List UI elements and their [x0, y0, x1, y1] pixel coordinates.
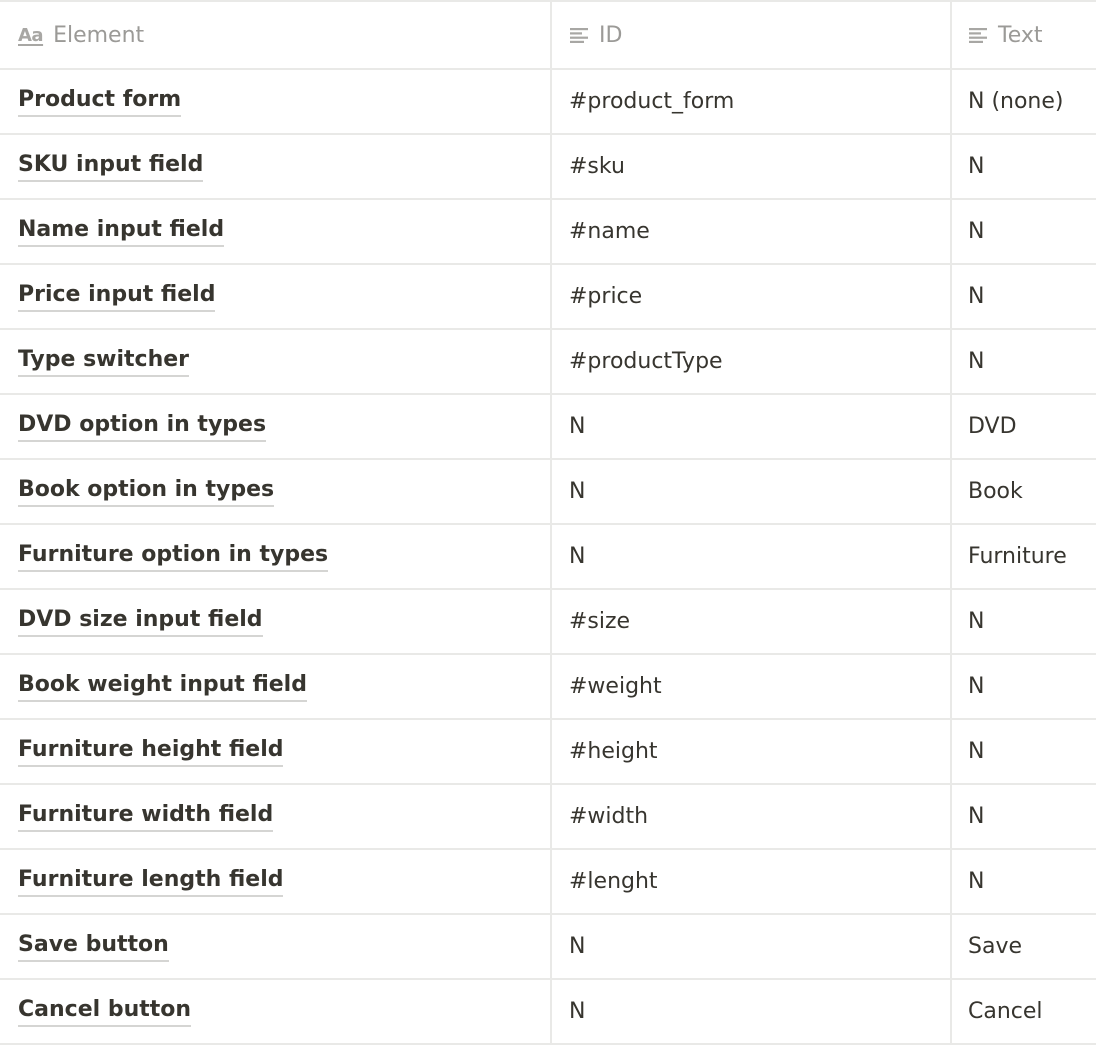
table-row[interactable]: Furniture width field #width N	[0, 785, 1096, 850]
element-cell[interactable]: Furniture height field	[0, 720, 552, 783]
id-cell[interactable]: #width	[552, 785, 952, 848]
row-title[interactable]: DVD size input field	[18, 606, 263, 637]
table-row[interactable]: SKU input field #sku N	[0, 135, 1096, 200]
text-cell[interactable]: N (none)	[952, 70, 1096, 133]
text-cell[interactable]: Book	[952, 460, 1096, 523]
element-cell[interactable]: Book option in types	[0, 460, 552, 523]
element-cell[interactable]: DVD option in types	[0, 395, 552, 458]
table-header: Aa Element ID Text	[0, 0, 1096, 70]
database-table: Aa Element ID Text Product form #product…	[0, 0, 1096, 1045]
row-title[interactable]: Product form	[18, 86, 182, 117]
element-cell[interactable]: SKU input field	[0, 135, 552, 198]
id-cell[interactable]: #price	[552, 265, 952, 328]
text-cell[interactable]: N	[952, 590, 1096, 653]
element-cell[interactable]: Book weight input field	[0, 655, 552, 718]
column-header-text[interactable]: Text	[952, 2, 1096, 68]
row-title[interactable]: DVD option in types	[18, 411, 267, 442]
element-cell[interactable]: Cancel button	[0, 980, 552, 1043]
row-title[interactable]: Book option in types	[18, 476, 275, 507]
text-cell[interactable]: DVD	[952, 395, 1096, 458]
text-property-icon	[569, 27, 589, 43]
table-row[interactable]: Name input field #name N	[0, 200, 1096, 265]
row-title[interactable]: Type switcher	[18, 346, 190, 377]
table-row[interactable]: Furniture length field #lenght N	[0, 850, 1096, 915]
element-cell[interactable]: Name input field	[0, 200, 552, 263]
text-cell[interactable]: N	[952, 200, 1096, 263]
text-cell[interactable]: Furniture	[952, 525, 1096, 588]
text-cell[interactable]: N	[952, 135, 1096, 198]
row-title[interactable]: Cancel button	[18, 996, 192, 1027]
id-cell[interactable]: N	[552, 395, 952, 458]
row-title[interactable]: Furniture option in types	[18, 541, 329, 572]
text-cell[interactable]: Cancel	[952, 980, 1096, 1043]
id-cell[interactable]: #product_form	[552, 70, 952, 133]
title-property-icon: Aa	[18, 24, 44, 46]
table-row[interactable]: Price input field #price N	[0, 265, 1096, 330]
row-title[interactable]: Furniture height field	[18, 736, 284, 767]
element-cell[interactable]: Price input field	[0, 265, 552, 328]
text-cell[interactable]: N	[952, 720, 1096, 783]
element-cell[interactable]: Furniture length field	[0, 850, 552, 913]
column-header-label: Element	[53, 22, 145, 48]
element-cell[interactable]: Save button	[0, 915, 552, 978]
table-row[interactable]: Save button N Save	[0, 915, 1096, 980]
row-title[interactable]: Furniture width field	[18, 801, 274, 832]
row-title[interactable]: Book weight input field	[18, 671, 307, 702]
id-cell[interactable]: #productType	[552, 330, 952, 393]
id-cell[interactable]: N	[552, 525, 952, 588]
id-cell[interactable]: #height	[552, 720, 952, 783]
id-cell[interactable]: N	[552, 980, 952, 1043]
text-property-icon	[968, 27, 988, 43]
id-cell[interactable]: #weight	[552, 655, 952, 718]
row-title[interactable]: Price input field	[18, 281, 216, 312]
column-header-id[interactable]: ID	[552, 2, 952, 68]
table-row[interactable]: DVD option in types N DVD	[0, 395, 1096, 460]
id-cell[interactable]: #name	[552, 200, 952, 263]
table-row[interactable]: Book weight input field #weight N	[0, 655, 1096, 720]
id-cell[interactable]: #sku	[552, 135, 952, 198]
id-cell[interactable]: #lenght	[552, 850, 952, 913]
table-row[interactable]: Book option in types N Book	[0, 460, 1096, 525]
id-cell[interactable]: N	[552, 915, 952, 978]
element-cell[interactable]: Furniture option in types	[0, 525, 552, 588]
table-row[interactable]: Product form #product_form N (none)	[0, 70, 1096, 135]
table-row[interactable]: Cancel button N Cancel	[0, 980, 1096, 1045]
text-cell[interactable]: N	[952, 265, 1096, 328]
row-title[interactable]: Furniture length field	[18, 866, 284, 897]
column-header-element[interactable]: Aa Element	[0, 2, 552, 68]
column-header-label: ID	[599, 22, 623, 48]
table-row[interactable]: Furniture height field #height N	[0, 720, 1096, 785]
row-title[interactable]: Name input field	[18, 216, 225, 247]
text-cell[interactable]: N	[952, 785, 1096, 848]
id-cell[interactable]: #size	[552, 590, 952, 653]
element-cell[interactable]: DVD size input field	[0, 590, 552, 653]
element-cell[interactable]: Product form	[0, 70, 552, 133]
text-cell[interactable]: N	[952, 330, 1096, 393]
table-row[interactable]: Furniture option in types N Furniture	[0, 525, 1096, 590]
id-cell[interactable]: N	[552, 460, 952, 523]
row-title[interactable]: Save button	[18, 931, 169, 962]
table-row[interactable]: DVD size input field #size N	[0, 590, 1096, 655]
element-cell[interactable]: Furniture width field	[0, 785, 552, 848]
text-cell[interactable]: N	[952, 655, 1096, 718]
row-title[interactable]: SKU input field	[18, 151, 204, 182]
element-cell[interactable]: Type switcher	[0, 330, 552, 393]
text-cell[interactable]: N	[952, 850, 1096, 913]
column-header-label: Text	[998, 22, 1043, 48]
table-row[interactable]: Type switcher #productType N	[0, 330, 1096, 395]
text-cell[interactable]: Save	[952, 915, 1096, 978]
